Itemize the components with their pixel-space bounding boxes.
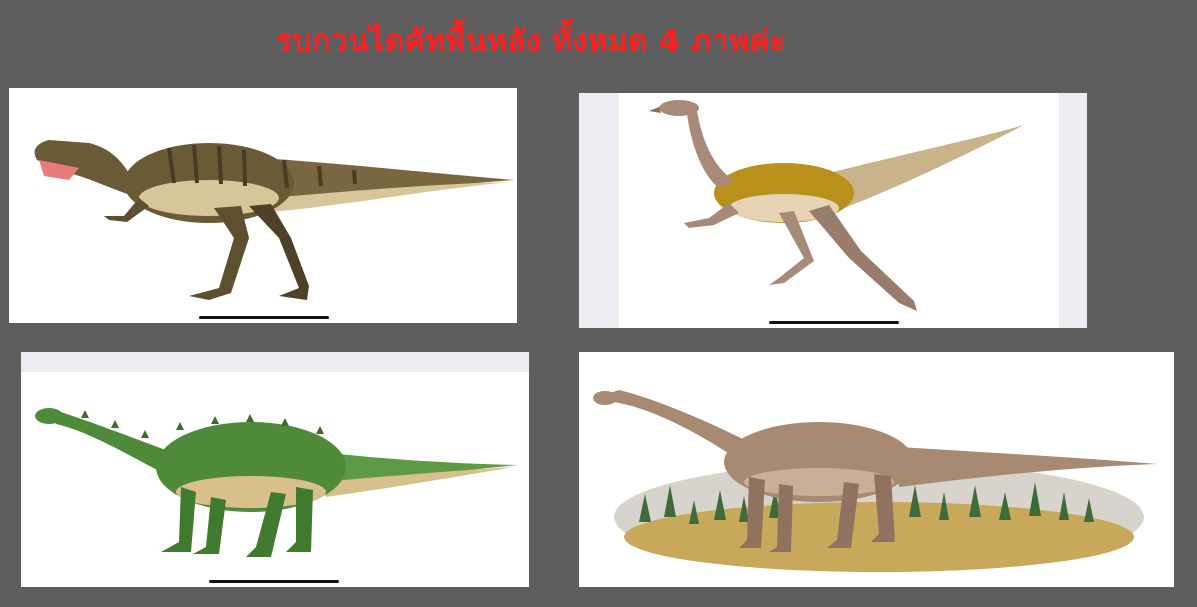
sauropod-illustration [593, 390, 1157, 572]
scale-bar [199, 316, 329, 319]
image-card-sauropodomorph[interactable] [21, 352, 529, 587]
scale-bar [209, 580, 339, 583]
image-card-sauropod[interactable] [579, 352, 1174, 587]
sauropodomorph-illustration [35, 408, 518, 557]
scale-bar [769, 321, 899, 324]
page-title: รบกวนไดคัทพื้นหลัง ทั้งหมด 4 ภาพค่ะ [276, 24, 787, 59]
ornithomimid-illustration [649, 100, 1024, 311]
image-card-ornithomimid[interactable] [579, 93, 1087, 328]
theropod-illustration [34, 140, 514, 300]
image-card-theropod[interactable] [9, 88, 517, 323]
